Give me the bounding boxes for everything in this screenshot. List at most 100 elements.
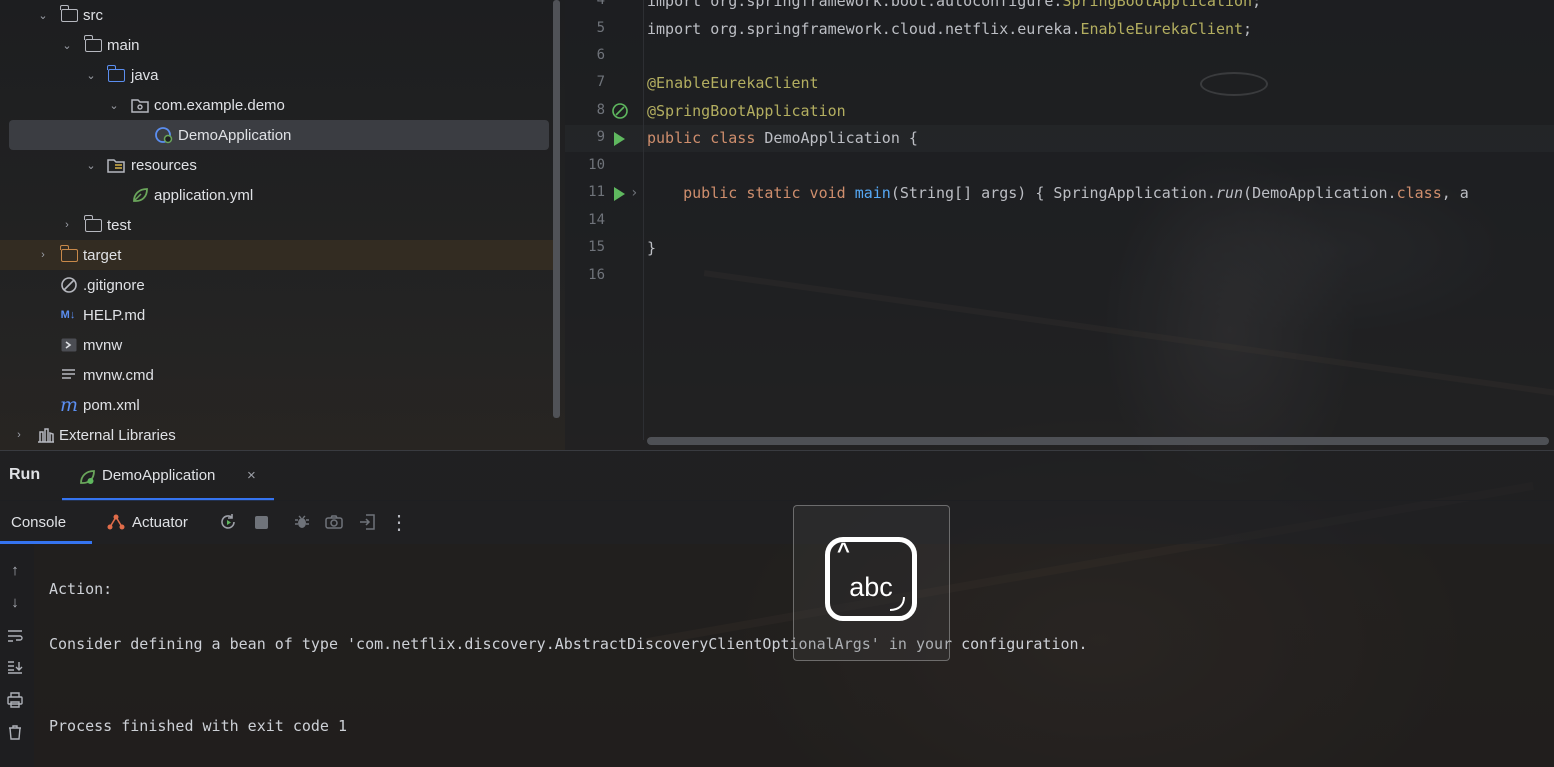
terminal-script-icon — [60, 336, 78, 354]
chevron-right-icon[interactable]: › — [36, 248, 50, 262]
code-line[interactable]: } — [647, 239, 656, 257]
tree-item-application-yml[interactable]: application.yml — [0, 180, 560, 210]
tree-item-java[interactable]: ⌄ java — [0, 60, 560, 90]
code-line[interactable]: public class DemoApplication { — [647, 129, 918, 147]
tree-item-mvnw[interactable]: mvnw — [0, 330, 560, 360]
stop-icon[interactable] — [251, 512, 271, 532]
tree-item-target[interactable]: › target — [0, 240, 560, 270]
chevron-down-icon[interactable]: ⌄ — [84, 158, 98, 172]
tree-item-label: com.example.demo — [154, 96, 285, 114]
tab-actuator[interactable]: Actuator — [132, 514, 188, 531]
spring-leaf-icon — [131, 186, 149, 204]
resources-folder-icon — [107, 156, 125, 174]
chevron-down-icon[interactable]: ⌄ — [36, 8, 50, 22]
tree-item-label: mvnw — [83, 336, 123, 354]
bean-icon[interactable] — [611, 102, 629, 124]
tree-item-label: pom.xml — [83, 396, 140, 414]
tree-item-label: test — [107, 216, 132, 234]
tree-item-label: DemoApplication — [178, 126, 292, 144]
line-number: 14 — [588, 212, 605, 228]
tree-item-label: HELP.md — [83, 306, 146, 324]
code-line[interactable]: import org.springframework.cloud.netflix… — [647, 20, 1252, 38]
console-line: Action: — [49, 580, 113, 598]
chevron-down-icon[interactable]: ⌄ — [84, 68, 98, 82]
print-icon[interactable] — [5, 690, 25, 710]
debug-icon[interactable] — [292, 512, 312, 532]
tree-item-package[interactable]: ⌄ com.example.demo — [0, 90, 560, 120]
tree-item-main[interactable]: ⌄ main — [0, 30, 560, 60]
ignore-file-icon — [60, 276, 78, 294]
line-number: 8 — [596, 102, 605, 118]
scroll-down-icon[interactable]: ↓ — [5, 592, 25, 612]
tree-item-label: mvnw.cmd — [83, 366, 154, 384]
close-tab-icon[interactable]: × — [247, 467, 256, 484]
code-line[interactable]: public static void main(String[] args) {… — [647, 184, 1469, 202]
source-folder-icon — [106, 64, 125, 84]
text-file-icon — [60, 366, 78, 384]
excluded-folder-icon — [59, 244, 78, 264]
spring-run-config-icon — [78, 468, 96, 490]
tree-item-label: target — [83, 246, 122, 264]
editor-horizontal-scrollbar[interactable] — [647, 437, 1549, 445]
tree-item-demoapplication[interactable]: DemoApplication — [0, 120, 560, 150]
code-editor[interactable]: 4 import org.springframework.boot.autocon… — [565, 0, 1554, 450]
chevron-down-icon[interactable]: ⌄ — [107, 98, 121, 112]
input-method-indicator: ^ abc — [793, 505, 950, 661]
tree-item-pom-xml[interactable]: m pom.xml — [0, 390, 560, 420]
markdown-icon: M↓ — [60, 309, 76, 321]
tree-item-label: main — [107, 36, 140, 54]
fold-chevron-icon[interactable]: › — [630, 185, 638, 201]
console-line: Process finished with exit code 1 — [49, 717, 348, 735]
console-side-toolbar: ↑ ↓ — [0, 544, 34, 767]
soft-wrap-icon[interactable] — [5, 626, 25, 646]
spring-boot-class-icon — [155, 126, 173, 144]
scroll-to-end-icon[interactable] — [5, 657, 25, 677]
line-number: 15 — [588, 239, 605, 255]
code-line[interactable]: @EnableEurekaClient — [647, 74, 819, 92]
line-number: 9 — [596, 129, 605, 145]
tab-console[interactable]: Console — [11, 514, 66, 531]
camera-icon[interactable] — [324, 512, 344, 532]
chevron-right-icon[interactable]: › — [12, 428, 26, 442]
clear-trash-icon[interactable] — [5, 722, 25, 742]
tree-item-mvnw-cmd[interactable]: mvnw.cmd — [0, 360, 560, 390]
tree-item-external-libraries[interactable]: › External Libraries — [0, 420, 560, 450]
code-line[interactable]: @SpringBootApplication — [647, 102, 846, 120]
folder-icon — [83, 34, 102, 54]
line-number: 4 — [596, 0, 605, 8]
line-number: 7 — [596, 74, 605, 90]
line-number: 10 — [588, 157, 605, 173]
tree-item-test[interactable]: › test — [0, 210, 560, 240]
tree-item-src[interactable]: ⌄ src — [0, 0, 560, 30]
folder-icon — [83, 214, 102, 234]
code-line[interactable]: import org.springframework.boot.autoconf… — [647, 0, 1261, 10]
console-toolbar: Console Actuator ⋮ — [0, 500, 1554, 544]
tree-item-resources[interactable]: ⌄ resources — [0, 150, 560, 180]
tree-item-help-md[interactable]: M↓ HELP.md — [0, 300, 560, 330]
tree-item-gitignore[interactable]: .gitignore — [0, 270, 560, 300]
console-output[interactable]: Action: Consider defining a bean of type… — [0, 544, 1554, 767]
tree-item-label: application.yml — [154, 186, 254, 204]
rerun-icon[interactable] — [218, 512, 238, 532]
run-title: Run — [9, 466, 41, 483]
more-options-icon[interactable]: ⋮ — [389, 512, 409, 534]
run-class-icon[interactable] — [614, 132, 625, 146]
chevron-right-icon[interactable]: › — [60, 218, 74, 232]
tree-item-label: resources — [131, 156, 197, 174]
folder-icon — [59, 4, 78, 24]
run-tab-label: DemoApplication — [102, 467, 216, 484]
scroll-up-icon[interactable]: ↑ — [5, 560, 25, 580]
run-tool-window-header: Run DemoApplication × — [0, 450, 1554, 501]
exit-icon[interactable] — [358, 512, 378, 532]
libraries-icon — [37, 426, 55, 444]
tree-item-label: .gitignore — [83, 276, 145, 294]
line-number: 11 — [588, 184, 605, 200]
tree-scrollbar[interactable] — [553, 0, 560, 418]
actuator-icon — [106, 513, 126, 535]
run-main-icon[interactable] — [614, 187, 625, 201]
package-icon — [131, 96, 149, 114]
run-tab-demoapplication[interactable]: DemoApplication × — [62, 451, 274, 501]
project-tree: ⌄ src ⌄ main ⌄ java ⌄ com.example.demo D… — [0, 0, 560, 450]
input-method-icon: ^ abc — [825, 537, 917, 621]
chevron-down-icon[interactable]: ⌄ — [60, 38, 74, 52]
